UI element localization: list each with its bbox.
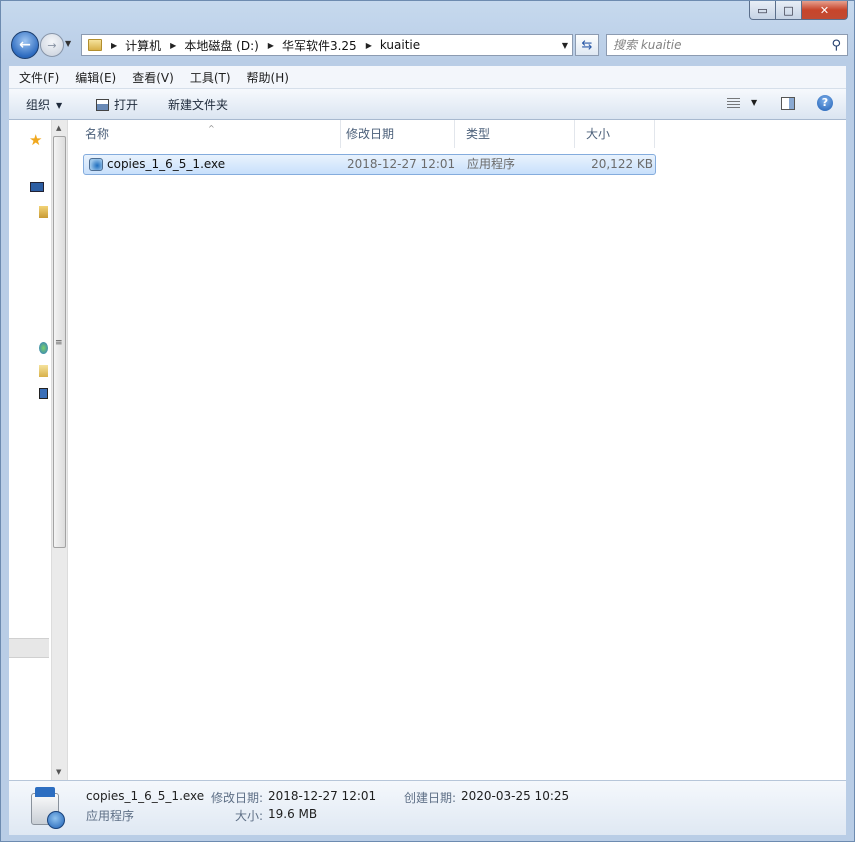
menu-edit[interactable]: 编辑(E): [67, 69, 124, 86]
close-button[interactable]: ✕: [802, 1, 848, 20]
minimize-button[interactable]: ▭: [749, 1, 776, 20]
file-type: 应用程序: [467, 157, 516, 171]
menu-view[interactable]: 查看(V): [124, 69, 182, 86]
breadcrumb-local-disk[interactable]: 本地磁盘 (D:): [184, 37, 258, 54]
details-file-name: copies_1_6_5_1.exe: [86, 789, 205, 803]
column-name-label: 名称: [85, 127, 110, 141]
column-size-label: 大小: [586, 127, 611, 141]
command-bar: 组织 ▼ 打开 新建文件夹 ▼ ?: [9, 89, 846, 120]
chevron-right-icon[interactable]: ▶: [170, 41, 176, 50]
details-size-value: 19.6 MB: [268, 807, 318, 821]
file-name: copies_1_6_5_1.exe: [107, 157, 226, 171]
chevron-right-icon[interactable]: ▶: [268, 41, 274, 50]
details-created-value: 2020-03-25 10:25: [461, 789, 570, 803]
organize-label: 组织: [26, 98, 51, 112]
forward-arrow-icon: →: [47, 38, 57, 52]
column-type[interactable]: 类型: [455, 120, 575, 148]
window-controls: ▭ □ ✕: [749, 1, 848, 20]
file-size: 20,122 KB: [591, 157, 653, 171]
details-file-type: 应用程序: [86, 809, 135, 823]
new-folder-button[interactable]: 新建文件夹: [168, 96, 228, 113]
breadcrumb-computer[interactable]: 计算机: [125, 37, 161, 54]
chevron-right-icon[interactable]: ▶: [111, 41, 117, 50]
column-name[interactable]: 名称 ^: [74, 120, 341, 148]
minimize-icon: ▭: [757, 3, 768, 17]
details-created-label: 创建日期:: [404, 791, 457, 805]
address-bar[interactable]: ▶ 计算机 ▶ 本地磁盘 (D:) ▶ 华军软件3.25 ▶ kuaitie ▼: [81, 34, 573, 56]
menu-file[interactable]: 文件(F): [9, 69, 67, 86]
maximize-button[interactable]: □: [776, 1, 802, 20]
open-button[interactable]: 打开: [96, 96, 138, 113]
application-installer-icon: [25, 785, 69, 831]
folder-icon: [88, 39, 102, 51]
recent-pages-chevron-down-icon[interactable]: ▼: [65, 39, 71, 48]
computer-folder-icon[interactable]: [39, 365, 48, 377]
menu-tools[interactable]: 工具(T): [182, 69, 239, 86]
navigation-pane: ★: [9, 120, 51, 780]
navigation-bar: ← → ▼ ▶ 计算机 ▶ 本地磁盘 (D:) ▶ 华军软件3.25 ▶ kua…: [9, 31, 848, 61]
sort-ascending-icon: ^: [208, 124, 215, 133]
preview-pane-icon[interactable]: [781, 97, 795, 110]
close-icon: ✕: [819, 3, 830, 17]
file-date-modified: 2018-12-27 12:01: [347, 157, 456, 171]
breadcrumb-kuaitie[interactable]: kuaitie: [380, 38, 420, 52]
refresh-button[interactable]: ⇆: [575, 34, 599, 56]
open-icon: [96, 99, 109, 111]
favorites-star-icon[interactable]: ★: [29, 131, 42, 149]
file-list: 名称 ^ 修改日期 类型 大小 copies_1_6_5_1.exe 2018-…: [68, 120, 846, 780]
details-modified-label: 修改日期:: [211, 791, 264, 805]
breadcrumb-huajun-software[interactable]: 华军软件3.25: [282, 37, 357, 54]
search-icon[interactable]: ⚲: [831, 38, 841, 53]
column-type-label: 类型: [466, 127, 491, 141]
details-pane: copies_1_6_5_1.exe 应用程序 修改日期: 2018-12-27…: [9, 780, 846, 835]
search-box[interactable]: ⚲: [606, 34, 848, 56]
details-modified-value: 2018-12-27 12:01: [268, 789, 377, 803]
new-folder-label: 新建文件夹: [168, 98, 229, 112]
refresh-icon: ⇆: [581, 37, 593, 53]
help-icon[interactable]: ?: [817, 95, 833, 111]
column-size[interactable]: 大小: [575, 120, 655, 148]
navigation-pane-scrollbar[interactable]: ▲ ≡ ▼: [51, 120, 68, 780]
organize-button[interactable]: 组织 ▼: [26, 96, 62, 113]
forward-button[interactable]: →: [40, 33, 64, 57]
scroll-up-icon[interactable]: ▲: [56, 124, 61, 132]
search-input[interactable]: [613, 37, 818, 53]
homegroup-icon[interactable]: [39, 342, 48, 354]
file-row[interactable]: copies_1_6_5_1.exe 2018-12-27 12:01 应用程序…: [83, 154, 656, 175]
scrollbar-grip-icon: ≡: [55, 338, 63, 348]
content-area: ★ ▲ ≡ ▼ 名称 ^ 修改日期 类型 大小 copies_1_6_5_1.e…: [9, 120, 846, 780]
open-label: 打开: [114, 98, 139, 112]
maximize-icon: □: [783, 3, 794, 17]
back-button[interactable]: ←: [11, 31, 39, 59]
explorer-window: ▭ □ ✕ ← → ▼ ▶ 计算机 ▶ 本地磁盘 (D:) ▶ 华军软件3.25…: [0, 0, 855, 842]
libraries-icon[interactable]: [39, 206, 48, 218]
scroll-down-icon[interactable]: ▼: [56, 768, 61, 776]
view-options-chevron-down-icon[interactable]: ▼: [751, 98, 757, 107]
application-icon: [89, 158, 103, 171]
column-date-modified[interactable]: 修改日期: [335, 120, 455, 148]
chevron-right-icon[interactable]: ▶: [366, 41, 372, 50]
change-view-icon[interactable]: [727, 98, 740, 108]
details-size-label: 大小:: [235, 809, 264, 823]
column-date-label: 修改日期: [346, 127, 395, 141]
desktop-monitor-icon[interactable]: [30, 182, 44, 192]
column-header: 名称 ^ 修改日期 类型 大小: [68, 120, 662, 148]
navigation-pane-divider: [9, 638, 49, 658]
chevron-down-icon: ▼: [56, 101, 63, 110]
address-history-chevron-down-icon[interactable]: ▼: [562, 41, 568, 50]
menu-bar: 文件(F) 编辑(E) 查看(V) 工具(T) 帮助(H): [9, 66, 846, 89]
back-arrow-icon: ←: [19, 37, 31, 53]
menu-help[interactable]: 帮助(H): [239, 69, 297, 86]
network-icon[interactable]: [39, 388, 48, 399]
